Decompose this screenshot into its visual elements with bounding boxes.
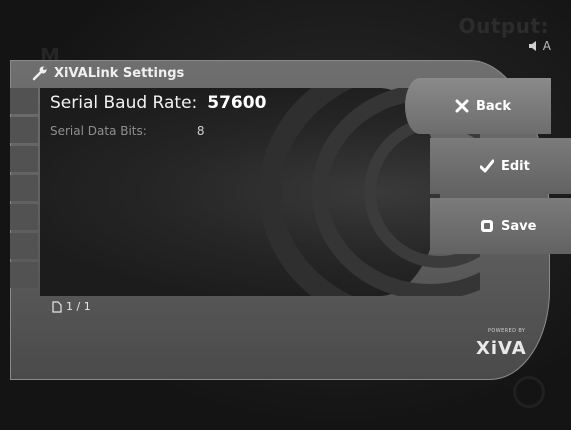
list-slot-column [10,88,38,291]
setting-value: 57600 [207,93,267,113]
setting-value: 8 [196,124,205,138]
window-title: XiVALink Settings [54,65,185,81]
page-indicator-text: 1 / 1 [66,300,91,313]
window-title-bar: XiVALink Settings [10,60,480,86]
save-button-label: Save [501,218,537,234]
list-slot [10,88,38,114]
list-slot [10,146,38,172]
edit-button[interactable]: Edit [430,138,571,194]
back-button[interactable]: Back [405,78,551,134]
page-indicator: 1 / 1 [52,300,91,313]
powered-by-label: POWERED BY [488,328,526,334]
setting-row-data-bits[interactable]: Serial Data Bits: 8 [50,124,204,138]
list-slot [10,262,38,288]
list-slot [10,233,38,259]
edit-button-label: Edit [501,158,530,174]
setting-label: Serial Baud Rate: [50,93,198,113]
back-button-label: Back [476,98,512,114]
tv-screen: Output: M A XiVALink Settings Serial Bau… [0,0,571,430]
output-label: Output: [458,14,549,38]
wrench-icon [32,66,47,81]
list-slot [10,175,38,201]
close-icon [455,99,469,113]
list-slot [10,117,38,143]
setting-label: Serial Data Bits: [50,124,147,138]
checkmark-icon [480,159,494,173]
save-icon [480,219,494,233]
audio-label: A [542,39,551,53]
settings-content-area [40,88,480,296]
audio-indicator: A [528,39,551,53]
document-icon [52,300,62,313]
xiva-logo: XiVA [476,338,527,359]
decorative-ring [513,376,545,408]
speaker-icon [528,41,536,51]
save-button[interactable]: Save [430,198,571,254]
list-slot [10,204,38,230]
setting-row-baud-rate[interactable]: Serial Baud Rate: 57600 [50,93,266,113]
